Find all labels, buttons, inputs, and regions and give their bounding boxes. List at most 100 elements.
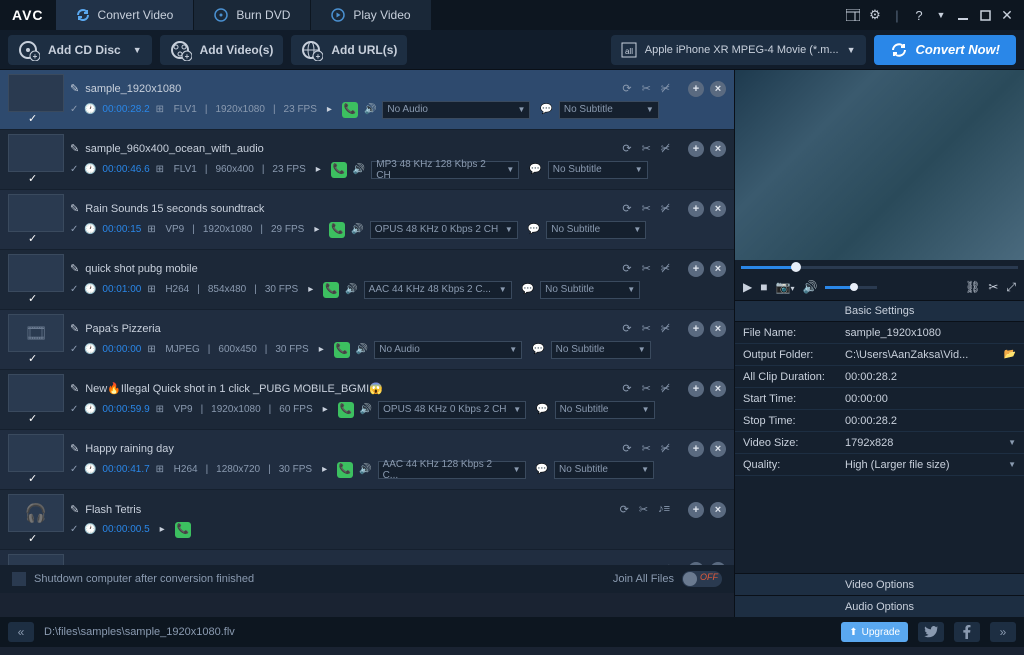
refresh-icon[interactable]: ⟳ [622,442,631,455]
refresh-icon[interactable]: ⟳ [622,202,631,215]
tab-play-video[interactable]: Play Video [311,0,431,30]
row-checkbox[interactable]: ✓ [28,172,42,185]
nocut-icon[interactable]: ✂̸ [661,142,670,155]
expand-icon[interactable]: ⤢ [1006,280,1016,295]
nocut-icon[interactable]: ✂̸ [661,82,670,95]
minimize-icon[interactable] [954,6,972,24]
phone-icon[interactable]: 📞 [331,162,347,178]
remove-row-icon[interactable]: × [710,441,726,457]
subtitle-select[interactable]: No Subtitle▼ [548,161,648,179]
phone-icon[interactable]: 📞 [337,462,353,478]
speaker-icon[interactable]: 🔊 [351,224,363,235]
browse-icon[interactable]: 📂 [1004,349,1016,360]
video-options-button[interactable]: Video Options [735,573,1024,595]
audio-select[interactable]: MP3 48 KHz 128 Kbps 2 CH▼ [371,161,519,179]
subtitle-select[interactable]: No Subtitle▼ [555,401,655,419]
facebook-icon[interactable] [954,622,980,642]
speaker-icon[interactable]: 🔊 [359,464,371,475]
video-row[interactable]: ✓✎Rain Sounds 15 seconds soundtrack⟳✂✂̸+… [0,190,734,250]
layout-icon[interactable] [844,6,862,24]
refresh-icon[interactable]: ⟳ [622,142,631,155]
add-urls-button[interactable]: + Add URL(s) [291,35,407,65]
phone-icon[interactable]: 📞 [342,102,358,118]
audio-select[interactable]: AAC 44 KHz 128 Kbps 2 C...▼ [378,461,526,479]
subtitle-icon[interactable]: 💬 [532,344,544,355]
cut-icon[interactable]: ✂ [642,142,651,155]
speaker-icon[interactable]: 🔊 [345,284,357,295]
setting-row[interactable]: Video Size:1792x828▼ [735,432,1024,454]
remove-row-icon[interactable]: × [710,502,726,518]
upgrade-button[interactable]: ⬆Upgrade [841,622,908,642]
subtitle-icon[interactable]: 💬 [536,464,548,475]
add-row-icon[interactable]: + [688,562,704,566]
phone-icon[interactable]: 📞 [329,222,345,238]
video-row[interactable]: 🎞✓✎Papa's Pizzeria⟳✂✂̸+×✓🕐00:00:00⊞MJPEG… [0,310,734,370]
volume-slider[interactable] [825,286,877,289]
setting-row[interactable]: Quality:High (Larger file size)▼ [735,454,1024,476]
pencil-icon[interactable]: ✎ [70,262,79,275]
pencil-icon[interactable]: ✎ [70,202,79,215]
video-row[interactable]: ✓✎New🔥Illegal Quick shot in 1 click _PUB… [0,370,734,430]
subtitle-select[interactable]: No Subtitle▼ [540,281,640,299]
pencil-icon[interactable]: ✎ [70,82,79,95]
subtitle-select[interactable]: No Subtitle▼ [551,341,651,359]
audio-select[interactable]: OPUS 48 KHz 0 Kbps 2 CH▼ [370,221,518,239]
audio-select[interactable]: AAC 44 KHz 48 Kbps 2 C...▼ [364,281,512,299]
add-row-icon[interactable]: + [688,201,704,217]
maximize-icon[interactable] [976,6,994,24]
speaker-icon[interactable]: 🔊 [802,280,817,294]
remove-row-icon[interactable]: × [710,381,726,397]
setting-row[interactable]: Output Folder:C:\Users\AanZaksa\Vid...📂 [735,344,1024,366]
refresh-icon[interactable]: ⟳ [622,262,631,275]
phone-icon[interactable]: 📞 [338,402,354,418]
cut-icon[interactable]: ✂ [642,563,651,565]
pencil-icon[interactable]: ✎ [70,442,79,455]
tab-convert-video[interactable]: Convert Video [56,0,195,30]
camera-icon[interactable]: 📷▾ [775,280,794,294]
add-row-icon[interactable]: + [688,141,704,157]
audio-select[interactable]: No Audio▼ [374,341,522,359]
gear-icon[interactable]: ⚙ [866,6,884,24]
remove-row-icon[interactable]: × [710,321,726,337]
cut-icon[interactable]: ✂ [642,202,651,215]
remove-row-icon[interactable]: × [710,562,726,566]
shutdown-checkbox[interactable] [12,572,26,586]
cut-icon[interactable]: ✂ [642,262,651,275]
collapse-left-icon[interactable]: « [8,622,34,642]
refresh-icon[interactable]: ⟳ [622,322,631,335]
subtitle-icon[interactable]: 💬 [529,164,541,175]
tab-burn-dvd[interactable]: Burn DVD [194,0,311,30]
row-checkbox[interactable]: ✓ [28,472,42,485]
row-checkbox[interactable]: ✓ [28,352,42,365]
speaker-icon[interactable]: 🔊 [356,344,368,355]
remove-row-icon[interactable]: × [710,261,726,277]
cut-icon[interactable]: ✂ [988,280,998,294]
subtitle-icon[interactable]: 💬 [540,104,552,115]
video-row[interactable]: ✓✎Happy raining day⟳✂✂̸+×✓🕐00:00:41.7⊞H2… [0,430,734,490]
video-row[interactable]: ✓✎quick shot pubg mobile⟳✂✂̸+×✓🕐00:01:00… [0,250,734,310]
subtitle-icon[interactable]: 💬 [528,224,540,235]
link-icon[interactable]: ⛓ [965,280,980,294]
music-icon[interactable]: ♪≡ [658,503,670,516]
row-checkbox[interactable]: ✓ [28,292,42,305]
row-checkbox[interactable]: ✓ [28,232,42,245]
help-icon[interactable]: ? [910,6,928,24]
subtitle-select[interactable]: No Subtitle▼ [554,461,654,479]
row-checkbox[interactable]: ✓ [28,412,42,425]
add-row-icon[interactable]: + [688,441,704,457]
remove-row-icon[interactable]: × [710,81,726,97]
seek-bar[interactable] [735,260,1024,274]
chevron-down-icon[interactable]: ▼ [932,6,950,24]
cut-icon[interactable]: ✂ [639,503,648,516]
audio-select[interactable]: OPUS 48 KHz 0 Kbps 2 CH▼ [378,401,526,419]
add-videos-button[interactable]: + Add Video(s) [160,35,284,65]
add-row-icon[interactable]: + [688,502,704,518]
play-icon[interactable]: ▶ [743,280,752,294]
subtitle-select[interactable]: No Subtitle▼ [559,101,659,119]
add-row-icon[interactable]: + [688,381,704,397]
refresh-icon[interactable]: ⟳ [622,563,631,565]
add-row-icon[interactable]: + [688,81,704,97]
refresh-icon[interactable]: ⟳ [622,82,631,95]
pencil-icon[interactable]: ✎ [70,503,79,516]
add-row-icon[interactable]: + [688,321,704,337]
